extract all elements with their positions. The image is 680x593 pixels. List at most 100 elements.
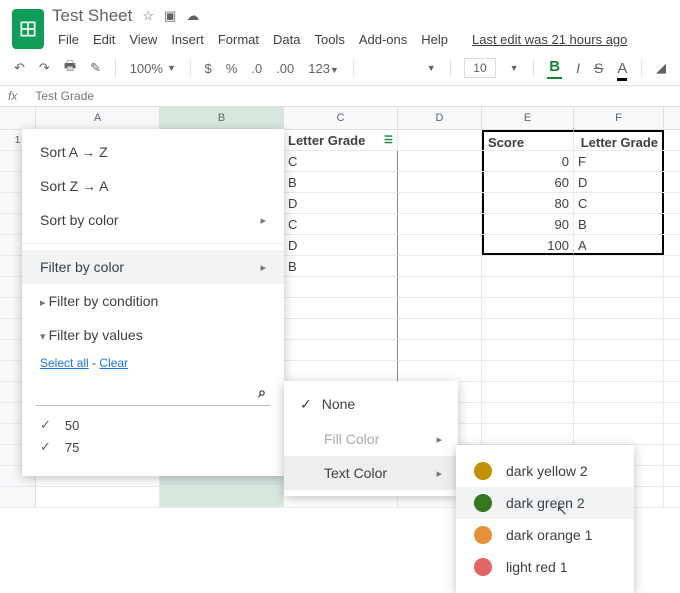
cell[interactable] (482, 382, 574, 402)
menu-help[interactable]: Help (415, 28, 454, 51)
sort-az[interactable]: Sort A → Z (22, 135, 284, 169)
cell[interactable] (482, 340, 574, 360)
filter-by-values[interactable]: ▾ Filter by values (22, 318, 284, 352)
cell[interactable] (482, 256, 574, 276)
color-option[interactable]: light red 1 (456, 551, 634, 583)
filter-search-input[interactable]: ⌕ (36, 380, 270, 406)
cell[interactable] (574, 382, 664, 402)
cell[interactable]: 100 (482, 235, 574, 255)
cell[interactable] (574, 277, 664, 297)
menu-edit[interactable]: Edit (87, 28, 121, 51)
paint-format-icon[interactable]: ✎ (90, 60, 101, 76)
color-option[interactable]: dark green 2 (456, 487, 634, 519)
menu-addons[interactable]: Add-ons (353, 28, 413, 51)
cell[interactable]: Letter Grade (574, 130, 664, 150)
filter-value-50[interactable]: ✓50 (22, 414, 284, 436)
cell[interactable] (574, 319, 664, 339)
cell[interactable] (398, 235, 482, 255)
color-option[interactable]: dark orange 1 (456, 519, 634, 551)
redo-icon[interactable]: ↷ (39, 60, 50, 76)
cell[interactable] (482, 424, 574, 444)
font-select[interactable]: ▼ (368, 63, 436, 73)
cell[interactable] (284, 340, 398, 360)
cell[interactable] (574, 403, 664, 423)
color-text[interactable]: Text Color▸ (284, 456, 458, 490)
cell[interactable] (482, 277, 574, 297)
bold-button[interactable]: B (547, 58, 562, 79)
last-edit[interactable]: Last edit was 21 hours ago (466, 28, 633, 51)
print-icon[interactable]: 🖶 (64, 57, 76, 79)
fx-value[interactable]: Test Grade (35, 89, 94, 103)
filter-value-75[interactable]: ✓75 (22, 436, 284, 458)
number-format-button[interactable]: 123▼ (308, 61, 339, 76)
cell[interactable] (284, 298, 398, 318)
sort-za[interactable]: Sort Z → A (22, 169, 284, 203)
cell[interactable] (574, 298, 664, 318)
move-icon[interactable]: ▣ (164, 8, 176, 24)
cell[interactable]: B (574, 214, 664, 234)
fontsize-input[interactable]: 10 (464, 58, 495, 78)
cell[interactable] (482, 319, 574, 339)
cell[interactable]: 0 (482, 151, 574, 171)
select-all-link[interactable]: Select all (40, 356, 89, 370)
cell[interactable]: C (284, 214, 398, 234)
col-header-f[interactable]: F (574, 107, 664, 129)
italic-button[interactable]: I (576, 60, 580, 76)
cell[interactable]: C (284, 151, 398, 171)
cell[interactable] (398, 151, 482, 171)
doc-title[interactable]: Test Sheet (52, 6, 132, 26)
col-header-c[interactable]: C (284, 107, 398, 129)
cell[interactable] (36, 487, 160, 507)
cell[interactable] (398, 172, 482, 192)
cell[interactable]: Score (482, 130, 574, 150)
cell[interactable] (160, 487, 284, 507)
select-all-corner[interactable] (0, 107, 36, 129)
cell[interactable]: B (284, 172, 398, 192)
cell[interactable]: 90 (482, 214, 574, 234)
cell[interactable] (398, 361, 482, 381)
col-header-e[interactable]: E (482, 107, 574, 129)
cell[interactable] (482, 403, 574, 423)
undo-icon[interactable]: ↶ (14, 60, 25, 76)
clear-link[interactable]: Clear (99, 356, 128, 370)
dec-increase-button[interactable]: .00 (276, 61, 294, 76)
col-header-d[interactable]: D (398, 107, 482, 129)
cell[interactable] (574, 361, 664, 381)
cell[interactable] (398, 256, 482, 276)
menu-format[interactable]: Format (212, 28, 265, 51)
menu-file[interactable]: File (52, 28, 85, 51)
currency-button[interactable]: $ (205, 61, 212, 76)
color-fill[interactable]: Fill Color▸ (284, 422, 458, 456)
col-header-b[interactable]: B (160, 107, 284, 129)
cell[interactable] (482, 361, 574, 381)
fill-color-button[interactable]: ◢ (656, 60, 666, 76)
cell[interactable] (398, 130, 482, 150)
color-none[interactable]: ✓None (284, 387, 458, 422)
cell[interactable]: 60 (482, 172, 574, 192)
cell[interactable]: Letter Grade☰ (284, 130, 398, 150)
menu-view[interactable]: View (123, 28, 163, 51)
cell[interactable]: F (574, 151, 664, 171)
cell[interactable]: 80 (482, 193, 574, 213)
cell[interactable] (574, 256, 664, 276)
cell[interactable]: B (284, 256, 398, 276)
dec-decrease-button[interactable]: .0 (251, 61, 262, 76)
menu-insert[interactable]: Insert (165, 28, 210, 51)
percent-button[interactable]: % (226, 61, 238, 76)
cell[interactable] (482, 298, 574, 318)
menu-tools[interactable]: Tools (308, 28, 350, 51)
menu-data[interactable]: Data (267, 28, 306, 51)
cell[interactable] (284, 319, 398, 339)
text-color-button[interactable]: A (617, 60, 627, 77)
cell[interactable]: C (574, 193, 664, 213)
strike-button[interactable]: S (594, 60, 603, 76)
cell[interactable] (398, 319, 482, 339)
row-header[interactable] (0, 487, 36, 507)
color-option[interactable]: dark yellow 2 (456, 455, 634, 487)
sort-by-color[interactable]: Sort by color▸ (22, 203, 284, 237)
col-header-a[interactable]: A (36, 107, 160, 129)
cell[interactable] (574, 340, 664, 360)
cell[interactable] (398, 277, 482, 297)
cell[interactable]: D (574, 172, 664, 192)
cell[interactable] (574, 424, 664, 444)
